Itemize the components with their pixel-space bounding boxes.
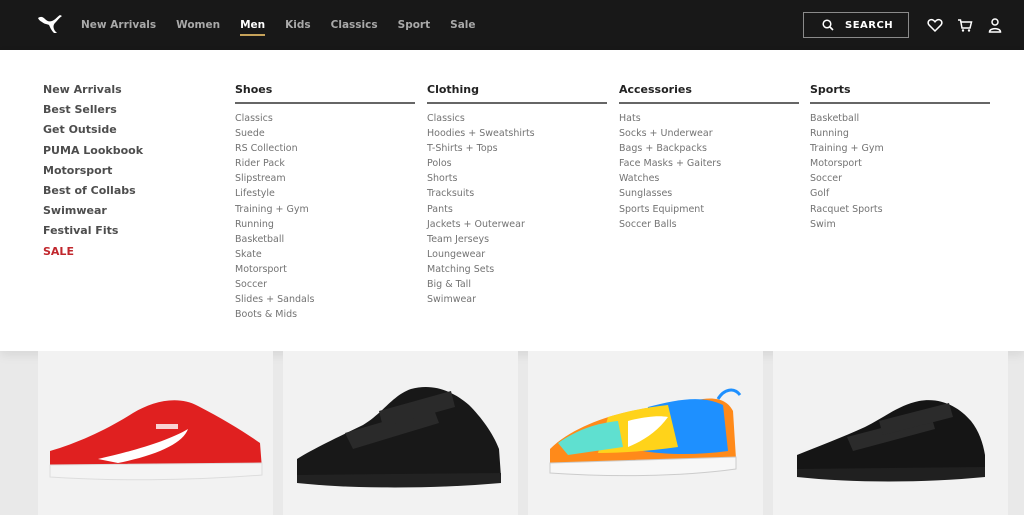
nav-item-classics[interactable]: Classics [331, 0, 378, 50]
menu-link[interactable]: Watches [619, 172, 799, 187]
menu-link[interactable]: Swim [810, 218, 990, 233]
menu-link[interactable]: Socks + Underwear [619, 127, 799, 142]
menu-column-links: Classics Suede RS Collection Rider Pack Slip… [235, 112, 415, 323]
menu-link[interactable]: Skate [235, 248, 415, 263]
quick-link-motorsport[interactable]: Motorsport [43, 164, 143, 184]
red-sneaker-image [49, 400, 263, 481]
nav-item-new-arrivals[interactable]: New Arrivals [81, 0, 156, 50]
menu-link[interactable]: Loungewear [427, 248, 607, 263]
menu-link[interactable]: Sports Equipment [619, 203, 799, 218]
cart-icon[interactable] [957, 17, 973, 33]
product-card[interactable] [528, 351, 763, 515]
men-mega-menu: New Arrivals Best Sellers Get Outside PUMA … [0, 50, 1024, 351]
menu-link[interactable]: Jackets + Outerwear [427, 218, 607, 233]
search-button[interactable]: SEARCH [803, 12, 909, 38]
nav-item-kids[interactable]: Kids [285, 0, 311, 50]
menu-column-accessories: Accessories Hats Socks + Underwear Bags + B… [619, 83, 799, 233]
menu-column-heading[interactable]: Clothing [427, 83, 607, 104]
menu-link[interactable]: Basketball [810, 112, 990, 127]
menu-link[interactable]: Basketball [235, 233, 415, 248]
main-nav: New Arrivals Women Men Kids Classics Sport Sal… [81, 0, 496, 50]
menu-link[interactable]: Running [810, 127, 990, 142]
menu-link[interactable]: Soccer [235, 278, 415, 293]
menu-link[interactable]: Lifestyle [235, 187, 415, 202]
quick-link-sale[interactable]: SALE [43, 245, 143, 265]
menu-link[interactable]: Bags + Backpacks [619, 142, 799, 157]
menu-link[interactable]: Shorts [427, 172, 607, 187]
quick-link-get-outside[interactable]: Get Outside [43, 123, 143, 143]
menu-link[interactable]: Slides + Sandals [235, 293, 415, 308]
black-velcro-sneaker-image [797, 400, 985, 482]
product-card[interactable] [38, 351, 273, 515]
product-card[interactable] [283, 351, 518, 515]
menu-link[interactable]: Training + Gym [810, 142, 990, 157]
menu-column-heading[interactable]: Accessories [619, 83, 799, 104]
menu-link[interactable]: Matching Sets [427, 263, 607, 278]
menu-link[interactable]: Motorsport [810, 157, 990, 172]
product-grid [0, 351, 1024, 515]
quick-link-new-arrivals[interactable]: New Arrivals [43, 83, 143, 103]
menu-link[interactable]: Big & Tall [427, 278, 607, 293]
menu-column-heading[interactable]: Shoes [235, 83, 415, 104]
quick-links-list: New Arrivals Best Sellers Get Outside PUMA … [43, 83, 143, 265]
puma-logo[interactable] [36, 12, 64, 36]
menu-link[interactable]: Suede [235, 127, 415, 142]
menu-link[interactable]: Team Jerseys [427, 233, 607, 248]
menu-link[interactable]: Training + Gym [235, 203, 415, 218]
nav-item-men[interactable]: Men [240, 0, 266, 50]
quick-link-best-of-collabs[interactable]: Best of Collabs [43, 184, 143, 204]
menu-column-links: Basketball Running Training + Gym Motorspor… [810, 112, 990, 233]
menu-link[interactable]: Swimwear [427, 293, 607, 308]
multicolor-runner-sneaker-image [549, 388, 742, 477]
menu-link[interactable]: Running [235, 218, 415, 233]
menu-column-links: Hats Socks + Underwear Bags + Backpacks Fac… [619, 112, 799, 233]
menu-column-shoes: Shoes Classics Suede RS Collection Rider Pac… [235, 83, 415, 323]
menu-link[interactable]: Motorsport [235, 263, 415, 278]
menu-link[interactable]: Golf [810, 187, 990, 202]
menu-link[interactable]: Hoodies + Sweatshirts [427, 127, 607, 142]
menu-link[interactable]: Soccer [810, 172, 990, 187]
search-label: SEARCH [845, 19, 894, 31]
menu-column-links: Classics Hoodies + Sweatshirts T-Shirts + … [427, 112, 607, 308]
quick-link-best-sellers[interactable]: Best Sellers [43, 103, 143, 123]
product-card[interactable] [773, 351, 1008, 515]
menu-link[interactable]: Tracksuits [427, 187, 607, 202]
top-navigation-bar: New Arrivals Women Men Kids Classics Sport Sal… [0, 0, 1024, 50]
menu-link[interactable]: Rider Pack [235, 157, 415, 172]
wishlist-heart-icon[interactable] [927, 17, 943, 33]
menu-link[interactable]: Hats [619, 112, 799, 127]
nav-item-sale[interactable]: Sale [450, 0, 475, 50]
black-velcro-sneaker-image [297, 386, 501, 488]
search-icon [822, 19, 834, 31]
menu-link[interactable]: Classics [427, 112, 607, 127]
quick-link-puma-lookbook[interactable]: PUMA Lookbook [43, 144, 143, 164]
menu-column-heading[interactable]: Sports [810, 83, 990, 104]
menu-column-clothing: Clothing Classics Hoodies + Sweatshirts T-S… [427, 83, 607, 308]
menu-link[interactable]: Sunglasses [619, 187, 799, 202]
menu-link[interactable]: Slipstream [235, 172, 415, 187]
menu-link[interactable]: T-Shirts + Tops [427, 142, 607, 157]
menu-column-sports: Sports Basketball Running Training + Gym Mot… [810, 83, 990, 233]
menu-link[interactable]: Boots & Mids [235, 308, 415, 323]
menu-link[interactable]: RS Collection [235, 142, 415, 157]
menu-link[interactable]: Pants [427, 203, 607, 218]
quick-link-swimwear[interactable]: Swimwear [43, 204, 143, 224]
menu-link[interactable]: Racquet Sports [810, 203, 990, 218]
menu-link[interactable]: Classics [235, 112, 415, 127]
menu-link[interactable]: Soccer Balls [619, 218, 799, 233]
menu-link[interactable]: Polos [427, 157, 607, 172]
quick-link-festival-fits[interactable]: Festival Fits [43, 224, 143, 244]
nav-item-sport[interactable]: Sport [398, 0, 431, 50]
nav-item-women[interactable]: Women [176, 0, 220, 50]
menu-link[interactable]: Face Masks + Gaiters [619, 157, 799, 172]
account-user-icon[interactable] [987, 17, 1003, 33]
